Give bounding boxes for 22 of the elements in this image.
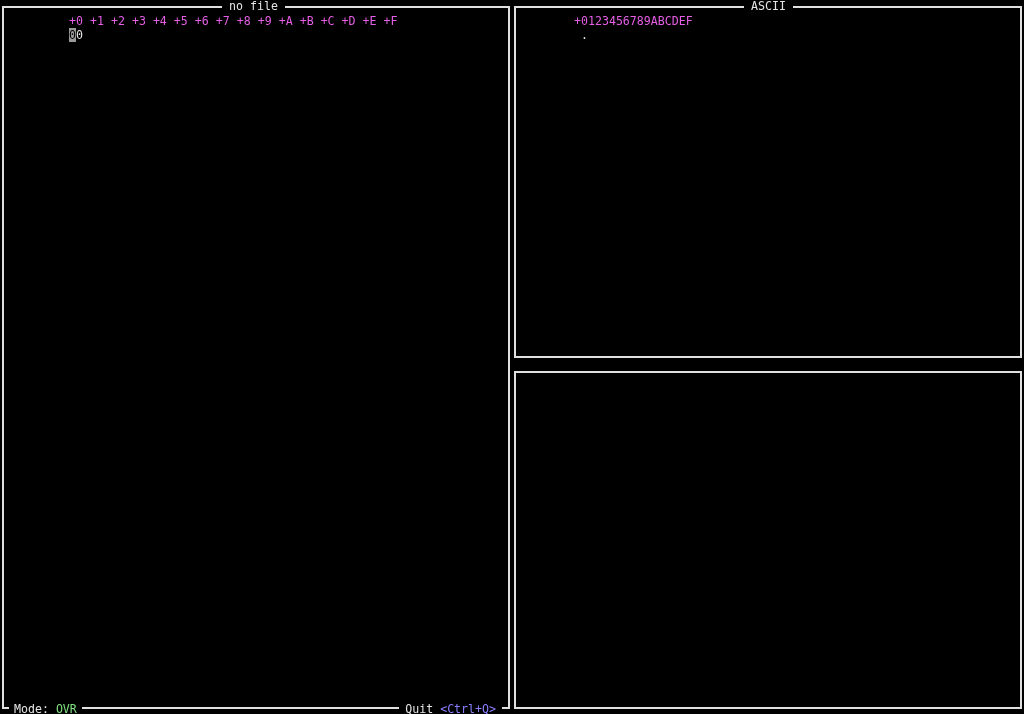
- column-header: +D: [341, 14, 356, 28]
- column-header: +3: [131, 14, 146, 28]
- panel-title: no file: [222, 0, 285, 13]
- mode-indicator: Mode: OVR: [9, 702, 82, 714]
- ascii-header: +0123456789ABCDEF: [574, 14, 693, 28]
- quit-hint: Quit <Ctrl+Q>: [399, 702, 502, 714]
- column-header: +8: [236, 14, 251, 28]
- panel-title: ASCII: [744, 0, 793, 13]
- column-header: +C: [320, 14, 335, 28]
- column-header: +0: [69, 14, 83, 28]
- column-header: +E: [362, 14, 377, 28]
- column-header: +A: [278, 14, 293, 28]
- column-header: +1: [89, 14, 104, 28]
- column-header: +F: [383, 14, 398, 28]
- column-header: +6: [194, 14, 209, 28]
- column-header: +7: [215, 14, 230, 28]
- column-header: +5: [173, 14, 188, 28]
- column-header: +4: [152, 14, 167, 28]
- ascii-row: .: [581, 28, 588, 42]
- column-header: +2: [110, 14, 125, 28]
- column-header: +9: [257, 14, 272, 28]
- column-header: +B: [299, 14, 314, 28]
